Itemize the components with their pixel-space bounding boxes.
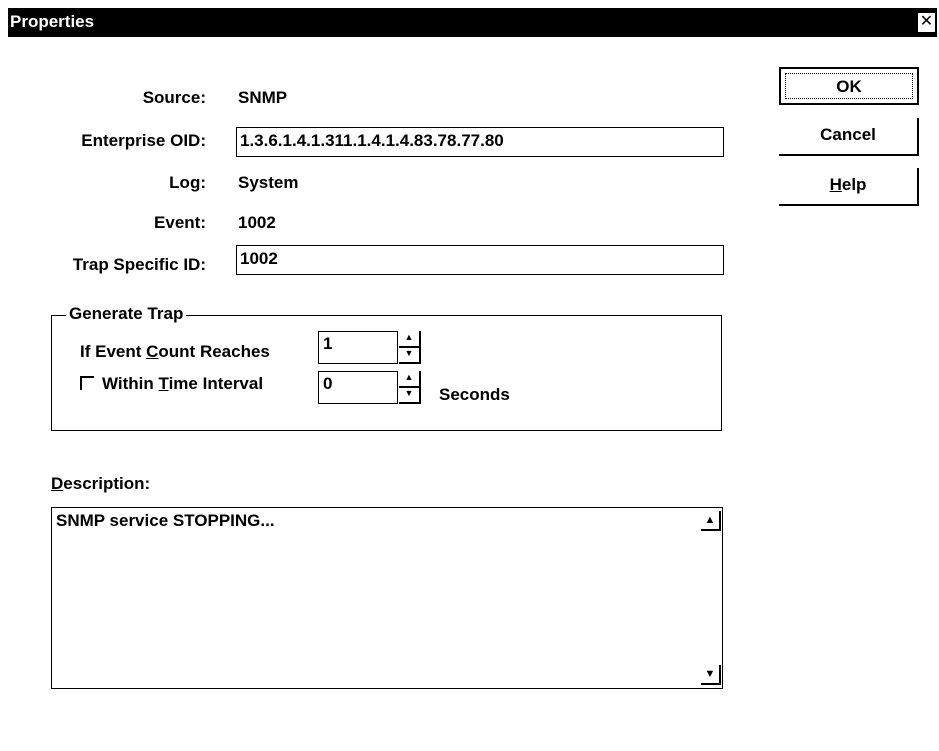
within-interval-label: Within Time Interval <box>102 374 263 394</box>
trap-specific-id-field[interactable]: 1002 <box>236 245 724 275</box>
trap-specific-id-label: Trap Specific ID: <box>72 255 206 274</box>
time-interval-input[interactable]: 0 <box>318 371 398 404</box>
scroll-up-icon[interactable]: ▲ <box>701 511 721 531</box>
enterprise-oid-field[interactable]: 1.3.6.1.4.1.311.1.4.1.4.83.78.77.80 <box>236 127 724 157</box>
spin-down-icon[interactable]: ▼ <box>399 387 421 404</box>
event-count-label: If Event Count Reaches <box>80 342 270 362</box>
help-button[interactable]: Help <box>779 168 919 206</box>
ok-button-label: OK <box>785 73 913 99</box>
ok-button[interactable]: OK <box>779 67 919 105</box>
scroll-down-icon[interactable]: ▼ <box>701 665 721 685</box>
interval-label-pre: Within <box>102 374 159 393</box>
event-count-value: 1 <box>323 334 333 353</box>
description-label: Description: <box>51 474 150 494</box>
help-label-post: elp <box>841 175 867 194</box>
event-count-spinner[interactable]: ▲ ▼ <box>399 331 421 364</box>
time-interval-spinner[interactable]: ▲ ▼ <box>399 371 421 404</box>
within-interval-checkbox[interactable] <box>80 376 94 390</box>
close-icon[interactable]: ✕ <box>917 12 936 33</box>
enterprise-oid-label: Enterprise OID: <box>81 131 206 150</box>
time-interval-value: 0 <box>323 374 333 393</box>
title-bar: Properties ✕ <box>8 8 937 37</box>
spin-down-icon[interactable]: ▼ <box>399 347 421 364</box>
generate-trap-group: Generate Trap If Event Count Reaches 1 ▲… <box>51 304 722 431</box>
log-label: Log: <box>169 173 206 192</box>
help-label-mnemonic: H <box>829 175 842 194</box>
source-value: SNMP <box>238 88 288 107</box>
generate-trap-legend: Generate Trap <box>66 304 187 324</box>
interval-label-mnemonic: T <box>158 374 169 393</box>
log-value: System <box>238 173 299 192</box>
event-count-input[interactable]: 1 <box>318 331 398 364</box>
description-label-mnemonic: D <box>51 474 64 493</box>
seconds-label: Seconds <box>439 385 510 404</box>
description-label-post: escription: <box>63 474 151 493</box>
description-text: SNMP service STOPPING... <box>56 511 275 530</box>
spin-up-icon[interactable]: ▲ <box>399 371 421 388</box>
event-label: Event: <box>154 213 206 232</box>
event-count-label-pre: If Event <box>80 342 147 361</box>
event-value: 1002 <box>238 213 276 232</box>
event-count-label-mnemonic: C <box>146 342 159 361</box>
enterprise-oid-value: 1.3.6.1.4.1.311.1.4.1.4.83.78.77.80 <box>240 131 504 150</box>
window-title: Properties <box>10 12 95 31</box>
spin-up-icon[interactable]: ▲ <box>399 331 421 348</box>
cancel-button[interactable]: Cancel <box>779 118 919 156</box>
trap-specific-id-value: 1002 <box>240 249 278 268</box>
source-label: Source: <box>142 88 206 107</box>
event-count-label-post: ount Reaches <box>158 342 270 361</box>
interval-label-post: ime Interval <box>168 374 264 393</box>
description-textarea[interactable]: SNMP service STOPPING... ▲ ▼ <box>51 507 723 689</box>
